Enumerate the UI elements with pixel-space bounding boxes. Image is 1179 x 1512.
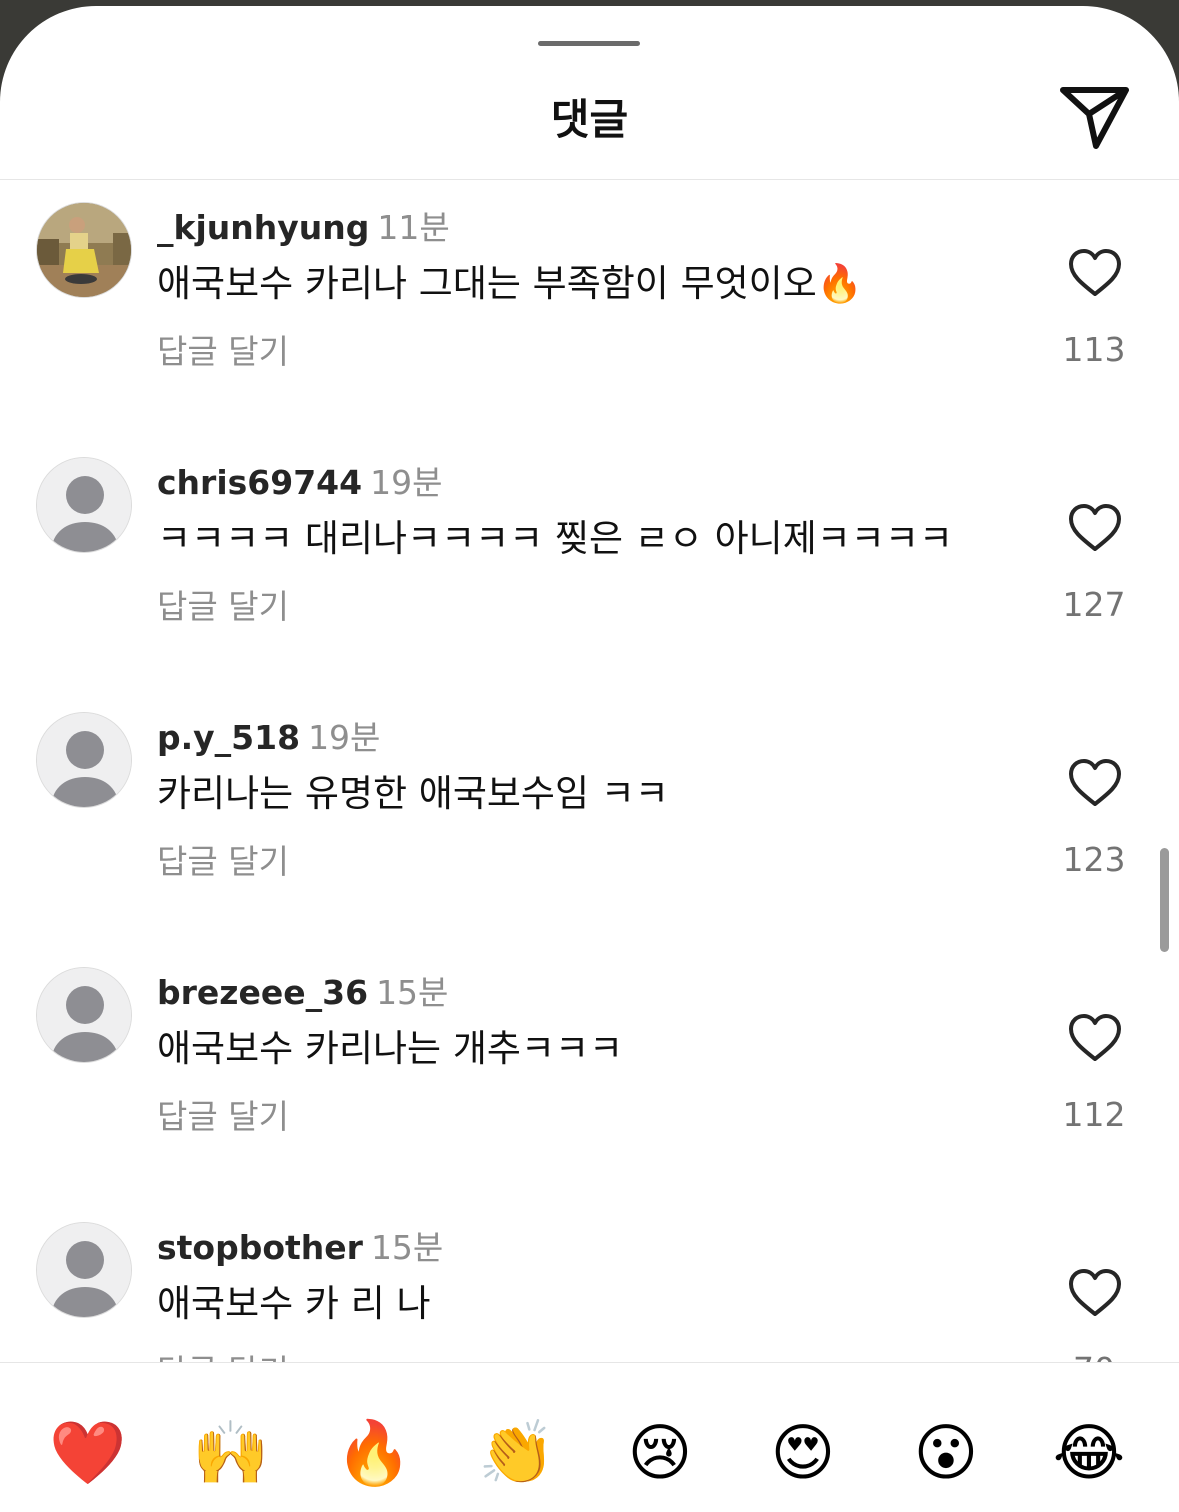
reaction-clapping[interactable]: 👏 bbox=[472, 1413, 562, 1493]
like-count: 112 bbox=[1062, 1095, 1126, 1134]
comment-meta: p.y_518 19분 bbox=[157, 718, 380, 758]
avatar-photo bbox=[37, 203, 131, 297]
like-count: 113 bbox=[1062, 330, 1126, 369]
reaction-bar: ❤️ 🙌 🔥 👏 😢 😍 😮 😂 bbox=[0, 1363, 1179, 1512]
avatar[interactable] bbox=[36, 712, 132, 808]
like-count: 127 bbox=[1062, 585, 1126, 624]
avatar[interactable] bbox=[36, 202, 132, 298]
timestamp: 11분 bbox=[377, 208, 450, 247]
avatar[interactable] bbox=[36, 457, 132, 553]
comment-text: ㅋㅋㅋㅋ 대리나ㅋㅋㅋㅋ 찢은 ㄹㅇ 아니제ㅋㅋㅋㅋ bbox=[157, 517, 953, 560]
comment-item: _kjunhyung 11분 애국보수 카리나 그대는 부족함이 무엇이오🔥 답글… bbox=[0, 180, 1179, 435]
username[interactable]: stopbother bbox=[157, 1228, 363, 1267]
timestamp: 15분 bbox=[376, 973, 449, 1012]
reaction-heart[interactable]: ❤️ bbox=[43, 1413, 133, 1493]
reply-button[interactable]: 답글 달기 bbox=[157, 1350, 289, 1362]
default-avatar-icon bbox=[37, 458, 131, 552]
default-avatar-icon bbox=[37, 1223, 131, 1317]
comment-item: brezeee_36 15분 애국보수 카리나는 개추ㅋㅋㅋ 답글 달기 112 bbox=[0, 945, 1179, 1200]
username[interactable]: _kjunhyung bbox=[157, 208, 369, 247]
heart-icon[interactable] bbox=[1067, 503, 1123, 553]
comment-text: 애국보수 카리나 그대는 부족함이 무엇이오🔥 bbox=[157, 262, 863, 305]
comment-text: 카리나는 유명한 애국보수임 ㅋㅋ bbox=[157, 772, 669, 815]
reaction-crying[interactable]: 😢 bbox=[615, 1413, 705, 1493]
comment-item: stopbother15분 애국보수 카 리 나 답글 달기 70 bbox=[0, 1200, 1179, 1362]
avatar[interactable] bbox=[36, 1222, 132, 1318]
username[interactable]: brezeee_36 bbox=[157, 973, 368, 1012]
drag-handle[interactable] bbox=[538, 41, 640, 46]
comment-meta: chris69744 19분 bbox=[157, 463, 442, 503]
username[interactable]: p.y_518 bbox=[157, 718, 300, 757]
reply-button[interactable]: 답글 달기 bbox=[157, 330, 289, 374]
reaction-raising-hands[interactable]: 🙌 bbox=[186, 1413, 276, 1493]
comments-sheet: 댓글 _kjunhyung 11분 애국보수 카리나 그대는 부족함이 무엇이오… bbox=[0, 6, 1179, 1512]
reaction-fire[interactable]: 🔥 bbox=[329, 1413, 419, 1493]
comment-meta: _kjunhyung 11분 bbox=[157, 208, 450, 248]
reaction-laughing[interactable]: 😂 bbox=[1044, 1413, 1134, 1493]
heart-icon[interactable] bbox=[1067, 1013, 1123, 1063]
comment-text: 애국보수 카리나는 개추ㅋㅋㅋ bbox=[157, 1027, 624, 1070]
like-count: 123 bbox=[1062, 840, 1126, 879]
avatar[interactable] bbox=[36, 967, 132, 1063]
heart-icon[interactable] bbox=[1067, 758, 1123, 808]
timestamp: 15분 bbox=[370, 1228, 444, 1267]
comment-item: chris69744 19분 ㅋㅋㅋㅋ 대리나ㅋㅋㅋㅋ 찢은 ㄹㅇ 아니제ㅋㅋㅋㅋ… bbox=[0, 435, 1179, 690]
username[interactable]: chris69744 bbox=[157, 463, 362, 502]
scrollbar-thumb[interactable] bbox=[1160, 848, 1169, 952]
reply-button[interactable]: 답글 달기 bbox=[157, 585, 289, 629]
default-avatar-icon bbox=[37, 968, 131, 1062]
timestamp: 19분 bbox=[308, 718, 381, 757]
reaction-heart-eyes[interactable]: 😍 bbox=[758, 1413, 848, 1493]
comment-item: p.y_518 19분 카리나는 유명한 애국보수임 ㅋㅋ 답글 달기 123 bbox=[0, 690, 1179, 945]
comment-meta: brezeee_36 15분 bbox=[157, 973, 448, 1013]
reply-button[interactable]: 답글 달기 bbox=[157, 840, 289, 884]
reaction-surprised[interactable]: 😮 bbox=[901, 1413, 991, 1493]
like-count: 70 bbox=[1044, 1348, 1144, 1362]
comment-meta: stopbother 15분 bbox=[157, 1228, 443, 1268]
heart-icon[interactable] bbox=[1067, 1268, 1123, 1318]
timestamp: 19분 bbox=[370, 463, 443, 502]
reply-button[interactable]: 답글 달기 bbox=[157, 1095, 289, 1139]
heart-icon[interactable] bbox=[1067, 248, 1123, 298]
comment-text: 애국보수 카 리 나 bbox=[157, 1282, 431, 1325]
comment-list[interactable]: _kjunhyung 11분 애국보수 카리나 그대는 부족함이 무엇이오🔥 답글… bbox=[0, 180, 1179, 1362]
default-avatar-icon bbox=[37, 713, 131, 807]
paper-plane-icon[interactable] bbox=[1058, 82, 1132, 152]
sheet-title: 댓글 bbox=[550, 95, 629, 144]
